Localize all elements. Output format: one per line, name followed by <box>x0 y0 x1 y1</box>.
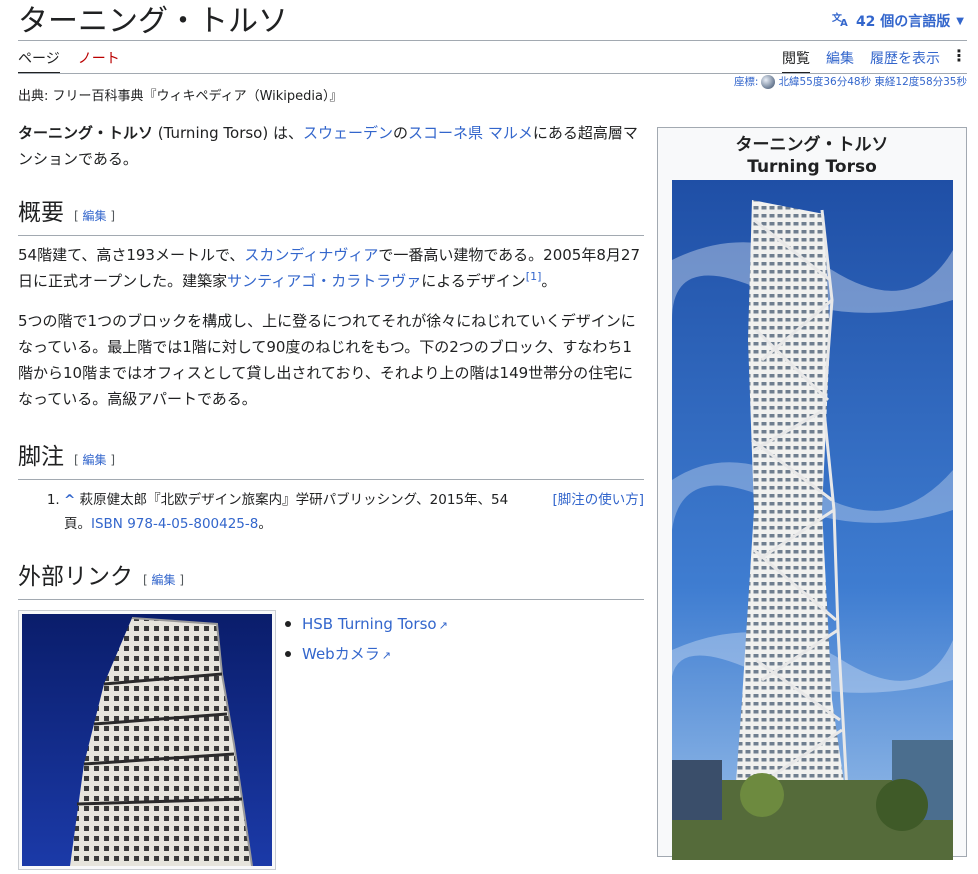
link-webcam[interactable]: Webカメラ ↗ <box>302 645 391 663</box>
chevron-down-icon: ▼ <box>956 15 964 27</box>
lead-text: の <box>393 124 409 142</box>
language-button-label: 42 個の言語版 <box>855 14 951 30</box>
lead-paragraph: ターニング・トルソ (Turning Torso) は、スウェーデンのスコーネ県… <box>18 120 644 172</box>
ref-caret[interactable]: ^ <box>64 492 75 508</box>
external-link-icon: ↗ <box>381 649 391 662</box>
link-skane[interactable]: スコーネ県 <box>408 124 483 142</box>
globe-icon[interactable] <box>761 74 776 89</box>
external-link-icon: ↗ <box>438 619 448 632</box>
article-body: ターニング・トルソ (Turning Torso) は、スウェーデンのスコーネ県… <box>18 120 644 870</box>
link-scandinavia[interactable]: スカンディナヴィア <box>244 246 378 264</box>
tab-edit[interactable]: 編集 <box>826 44 854 72</box>
language-button[interactable]: 文A 42 個の言語版 ▼ <box>832 10 964 32</box>
title-divider <box>18 40 967 41</box>
heading-text: 脚注 <box>18 444 64 470</box>
section-heading-overview: 概要 [ 編集 ] <box>18 196 644 236</box>
coordinates-link[interactable]: 北緯55度36分48秒 東経12度58分35秒 <box>778 74 967 89</box>
ref-text: 。 <box>258 516 272 532</box>
infobox: ターニング・トルソ Turning Torso <box>657 127 967 860</box>
para-text: によるデザイン <box>421 272 526 290</box>
infobox-title: ターニング・トルソ Turning Torso <box>658 134 966 178</box>
overview-paragraph-2: 5つの階で1つのブロックを構成し、上に登るにつれてそれが徐々にねじれていくデザイ… <box>18 312 636 408</box>
external-links-section: HSB Turning Torso ↗ Webカメラ ↗ <box>18 610 644 870</box>
infobox-image[interactable] <box>671 180 953 860</box>
svg-text:A: A <box>840 18 848 28</box>
tab-history[interactable]: 履歴を表示 <box>870 44 940 72</box>
tower-photo-small <box>22 614 272 867</box>
heading-text: 概要 <box>18 200 64 226</box>
lead-bold-title: ターニング・トルソ <box>18 124 154 142</box>
infobox-title-en: Turning Torso <box>747 157 877 177</box>
heading-text: 外部リンク <box>18 564 133 590</box>
list-item: HSB Turning Torso ↗ <box>285 610 448 640</box>
para-text: 。 <box>541 272 557 290</box>
reference-item: ^ 萩原健太郎『北欧デザイン旅案内』学研パブリッシング、2015年、54頁。IS… <box>64 488 534 536</box>
tab-read[interactable]: 閲覧 <box>782 44 810 74</box>
reference-list: ^ 萩原健太郎『北欧デザイン旅案内』学研パブリッシング、2015年、54頁。IS… <box>18 488 534 536</box>
section-edit: [ 編集 ] <box>74 209 116 223</box>
references: [脚注の使い方] ^ 萩原健太郎『北欧デザイン旅案内』学研パブリッシング、201… <box>18 488 644 536</box>
building-thumbnail[interactable] <box>18 610 276 870</box>
link-malmo[interactable]: マルメ <box>488 124 533 142</box>
list-item: Webカメラ ↗ <box>285 640 448 670</box>
namespace-tabs: ページ ノート <box>18 44 120 74</box>
section-heading-external: 外部リンク [ 編集 ] <box>18 560 644 600</box>
section-edit: [ 編集 ] <box>143 573 185 587</box>
section-edit: [ 編集 ] <box>74 453 116 467</box>
infobox-title-ja: ターニング・トルソ <box>735 135 889 155</box>
edit-link[interactable]: 編集 <box>83 209 107 223</box>
section-heading-notes: 脚注 [ 編集 ] <box>18 440 644 480</box>
link-sweden[interactable]: スウェーデン <box>303 124 393 142</box>
isbn-link[interactable]: ISBN 978-4-05-800425-8 <box>91 516 258 532</box>
lead-text: (Turning Torso) は、 <box>153 124 303 142</box>
howto-text[interactable]: [脚注の使い方] <box>552 492 644 508</box>
external-links-list: HSB Turning Torso ↗ Webカメラ ↗ <box>285 610 448 670</box>
link-hsb[interactable]: HSB Turning Torso ↗ <box>302 615 448 633</box>
overview-paragraph-1: 54階建て、高さ193メートルで、スカンディナヴィアで一番高い建物である。200… <box>18 242 644 294</box>
reference-1[interactable]: [1] <box>526 270 542 283</box>
link-text: HSB Turning Torso <box>302 615 437 633</box>
more-menu-icon[interactable]: ⋮ <box>951 46 967 65</box>
footnote-howto-link[interactable]: [脚注の使い方] <box>552 488 644 512</box>
page-title: ターニング・トルソ <box>18 4 288 39</box>
coordinates-label: 座標: <box>733 76 759 88</box>
tab-page[interactable]: ページ <box>18 44 60 74</box>
edit-link[interactable]: 編集 <box>83 453 107 467</box>
para-text: 54階建て、高さ193メートルで、 <box>18 246 245 264</box>
link-text: Webカメラ <box>302 645 380 663</box>
link-calatrava[interactable]: サンティアゴ・カラトラヴァ <box>227 272 421 290</box>
translate-icon: 文A <box>832 10 850 32</box>
tower-photo <box>671 180 953 860</box>
tab-talk[interactable]: ノート <box>78 44 120 72</box>
coordinates: 座標: 北緯55度36分48秒 東経12度58分35秒 <box>734 74 967 89</box>
source-line: 出典: フリー百科事典『ウィキペディア（Wikipedia）』 <box>18 89 343 104</box>
view-tabs: 閲覧 編集 履歴を表示 <box>782 44 940 74</box>
edit-link[interactable]: 編集 <box>152 573 176 587</box>
